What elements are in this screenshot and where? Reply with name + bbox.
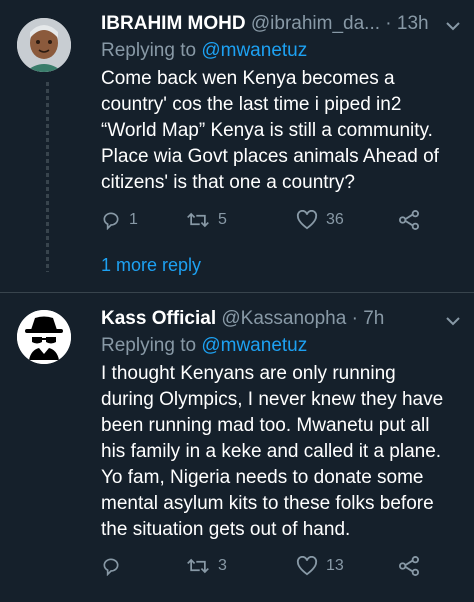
tweet-header: Kass Official @Kassanopha · 7h — [101, 307, 460, 331]
tweet[interactable]: Kass Official @Kassanopha · 7h Replying … — [0, 293, 474, 602]
handle[interactable]: @Kassanopha — [221, 308, 346, 329]
tweet-actions: 1 5 36 — [101, 210, 431, 234]
retweet-icon — [187, 212, 209, 228]
tweet-text: I thought Kenyans are only running durin… — [101, 363, 444, 540]
like-count: 13 — [326, 557, 344, 574]
reply-button[interactable] — [101, 556, 129, 576]
retweet-button[interactable]: 5 — [186, 210, 227, 230]
display-name[interactable]: Kass Official — [101, 308, 216, 329]
heart-icon — [296, 210, 318, 230]
timestamp[interactable]: · 7h — [352, 308, 385, 329]
display-name[interactable]: IBRAHIM MOHD — [101, 13, 246, 34]
mention-link[interactable]: @mwanetuz — [201, 40, 307, 61]
heart-icon — [296, 556, 318, 576]
replying-to: Replying to @mwanetuz — [101, 334, 460, 358]
chevron-down-icon[interactable] — [446, 309, 460, 333]
reply-count: 1 — [129, 211, 138, 228]
share-icon — [399, 210, 419, 230]
chevron-down-icon[interactable] — [446, 14, 460, 38]
share-button[interactable] — [398, 556, 420, 576]
replying-to: Replying to @mwanetuz — [101, 39, 460, 63]
tweet-text: Come back wen Kenya becomes a country' c… — [101, 68, 439, 193]
retweet-count: 3 — [218, 557, 227, 574]
share-button[interactable] — [398, 210, 420, 230]
share-icon — [399, 556, 419, 576]
mention-link[interactable]: @mwanetuz — [201, 335, 307, 356]
tweet-header: IBRAHIM MOHD @ibrahim_da... · 13h — [101, 12, 460, 36]
avatar[interactable] — [17, 18, 71, 72]
tweet-actions: 3 13 — [101, 556, 431, 580]
tweet-body: IBRAHIM MOHD @ibrahim_da... · 13h Replyi… — [101, 12, 460, 196]
like-count: 36 — [326, 211, 344, 228]
reply-prefix: Replying to — [101, 335, 197, 356]
like-button[interactable]: 36 — [296, 210, 344, 230]
thread-line — [46, 82, 49, 272]
timestamp[interactable]: · 13h — [385, 13, 428, 34]
reply-prefix: Replying to — [101, 40, 197, 61]
tweet-body: Kass Official @Kassanopha · 7h Replying … — [101, 307, 460, 543]
reply-icon — [103, 212, 119, 230]
retweet-count: 5 — [218, 211, 227, 228]
tweet[interactable]: IBRAHIM MOHD @ibrahim_da... · 13h Replyi… — [0, 0, 474, 292]
reply-button[interactable]: 1 — [101, 210, 138, 230]
avatar[interactable] — [17, 310, 71, 364]
more-replies-link[interactable]: 1 more reply — [101, 255, 201, 276]
reply-icon — [103, 558, 119, 576]
like-button[interactable]: 13 — [296, 556, 344, 576]
retweet-button[interactable]: 3 — [186, 556, 227, 576]
retweet-icon — [187, 558, 209, 574]
handle[interactable]: @ibrahim_da... — [251, 13, 380, 34]
